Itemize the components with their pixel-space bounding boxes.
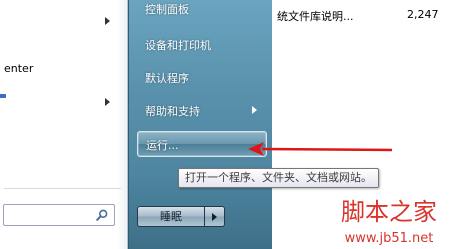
search-input[interactable] xyxy=(7,207,95,223)
program-item[interactable] xyxy=(0,91,118,113)
menu-item-label: 控制面板 xyxy=(145,3,189,16)
watermark-url: www.jb51.net xyxy=(345,231,434,246)
menu-item-label: 帮助和支持 xyxy=(145,105,200,118)
annotation-arrow xyxy=(248,142,393,156)
power-options-button[interactable] xyxy=(205,206,225,227)
start-menu-program-pane: enter xyxy=(0,0,128,249)
chevron-right-icon xyxy=(212,213,217,221)
watermark-brand: 脚本之家 xyxy=(341,198,437,226)
menu-item-label: 运行... xyxy=(146,139,179,152)
menu-item-devices-printers[interactable]: 设备和打印机 xyxy=(137,32,267,56)
run-tooltip: 打开一个程序、文件夹、文档或网站。 xyxy=(178,168,379,188)
submenu-arrow-icon xyxy=(252,106,257,114)
submenu-arrow-icon xyxy=(105,17,110,25)
menu-item-label: 设备和打印机 xyxy=(145,39,211,52)
search-icon[interactable] xyxy=(96,209,108,221)
menu-item-label: 默认程序 xyxy=(145,72,189,85)
background-file-size: 2,247 xyxy=(407,8,439,21)
menu-item-control-panel[interactable]: 控制面板 xyxy=(137,0,267,20)
program-item[interactable] xyxy=(0,10,118,32)
menu-item-default-programs[interactable]: 默认程序 xyxy=(137,65,267,89)
site-watermark: 脚本之家 www.jb51.net xyxy=(341,198,437,246)
program-item-label: enter xyxy=(4,62,34,75)
submenu-arrow-icon xyxy=(105,98,110,106)
divider xyxy=(4,188,121,189)
sleep-button[interactable]: 睡眠 xyxy=(137,206,205,227)
menu-item-help-support[interactable]: 帮助和支持 xyxy=(137,98,267,122)
background-file-name: 统文件库说明... xyxy=(277,10,354,23)
program-item[interactable]: enter xyxy=(0,58,118,80)
start-search-box[interactable] xyxy=(3,204,115,226)
